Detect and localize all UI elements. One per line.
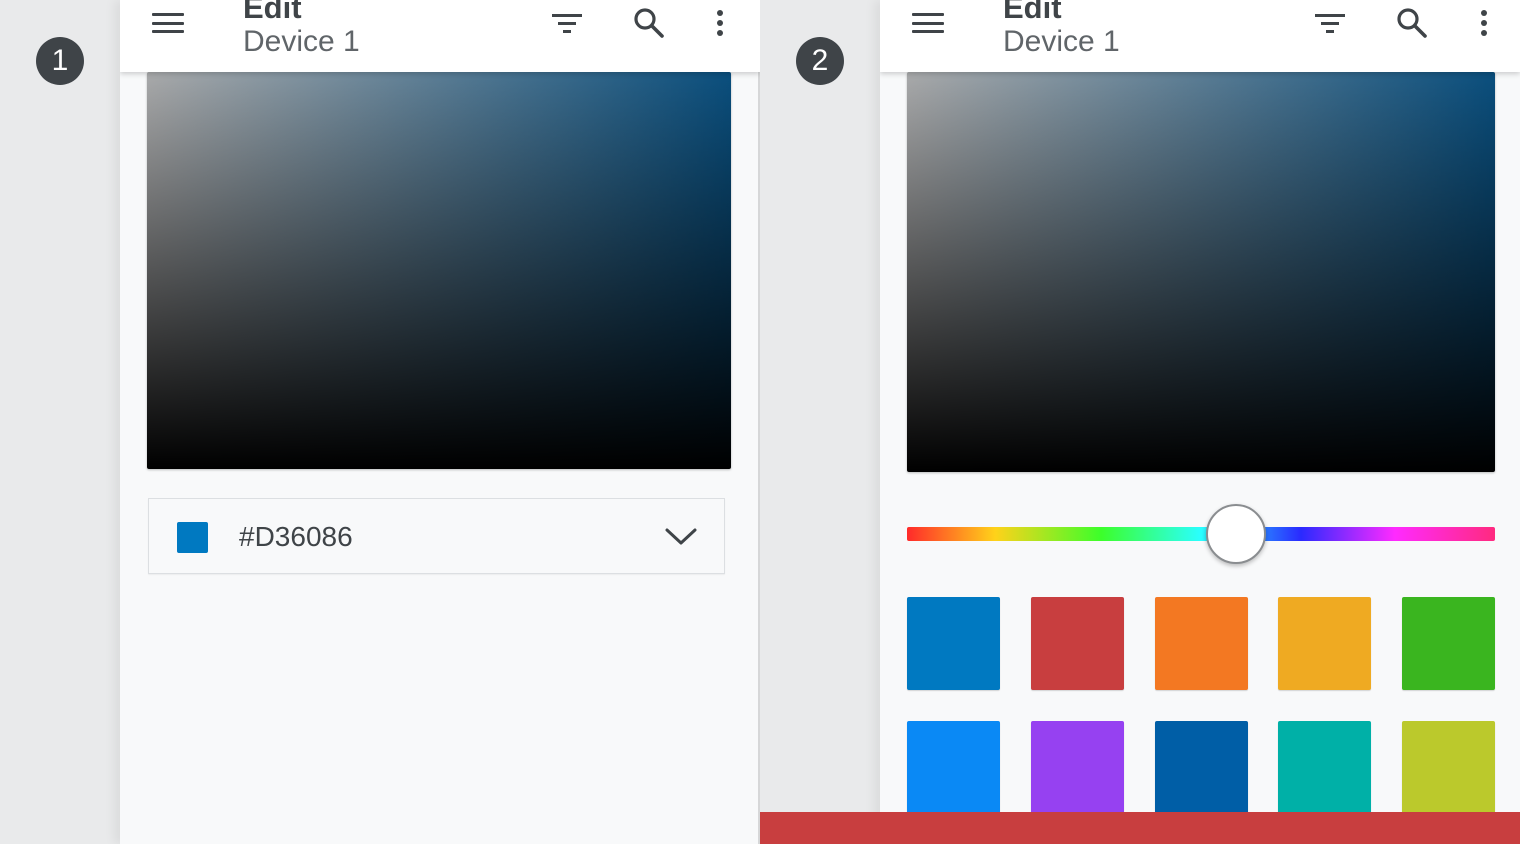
page-title: Edit — [1003, 0, 1062, 25]
page-title: Edit — [243, 0, 302, 25]
saturation-value-picker[interactable] — [147, 72, 731, 469]
color-swatch-option[interactable] — [907, 721, 1000, 814]
menu-icon[interactable] — [150, 10, 186, 36]
app-bar: Edit Device 1 — [880, 0, 1520, 72]
color-swatch-option[interactable] — [1402, 597, 1495, 690]
hue-slider-track[interactable] — [907, 504, 1495, 564]
step-badge-1: 1 — [36, 37, 84, 85]
color-swatch-option[interactable] — [1402, 721, 1495, 814]
panel-divider — [758, 0, 760, 844]
step-badge-2: 2 — [796, 37, 844, 85]
filter-icon[interactable] — [550, 4, 584, 40]
color-swatch-option[interactable] — [1154, 597, 1248, 690]
color-swatch-option[interactable] — [1030, 597, 1124, 690]
filter-icon[interactable] — [1313, 4, 1347, 40]
search-icon[interactable] — [631, 4, 667, 40]
chevron-down-icon[interactable] — [664, 521, 698, 551]
more-vert-icon[interactable] — [710, 4, 730, 40]
page-subtitle: Device 1 — [1003, 25, 1120, 58]
color-swatch-option[interactable] — [1278, 597, 1372, 690]
color-preview-swatch — [177, 522, 208, 553]
color-select[interactable]: #D36086 — [148, 498, 725, 574]
color-hex-value: #D36086 — [239, 521, 353, 552]
color-swatch-option[interactable] — [1154, 721, 1248, 814]
page-subtitle: Device 1 — [243, 25, 360, 58]
phone-screen-1: Edit Device 1 #D36086 — [120, 0, 760, 844]
app-bar: Edit Device 1 — [120, 0, 760, 72]
hue-slider-thumb[interactable] — [1206, 504, 1267, 564]
search-icon[interactable] — [1394, 4, 1430, 40]
color-swatch-option[interactable] — [1278, 721, 1372, 814]
phone-screen-2: Edit Device 1 — [880, 0, 1520, 844]
color-swatch-option[interactable] — [907, 597, 1000, 690]
saturation-value-picker[interactable] — [907, 72, 1495, 472]
bottom-action-bar[interactable] — [760, 812, 1520, 844]
color-swatch-option[interactable] — [1030, 721, 1124, 814]
menu-icon[interactable] — [910, 10, 946, 36]
more-vert-icon[interactable] — [1474, 4, 1494, 40]
